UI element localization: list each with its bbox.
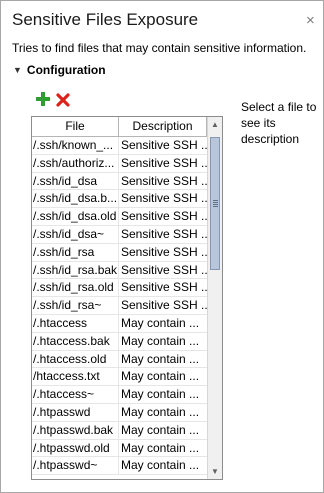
description-cell: May contain ... [121,351,200,366]
file-cell: /.ssh/id_rsa.old [32,279,119,297]
description-cell: May contain ... [121,422,200,437]
file-cell: /.htaccess.bak [32,332,119,350]
description-cell: Sensitive SSH ... [121,280,207,295]
file-cell: /.ssh/id_rsa~ [32,297,119,315]
section-label: Configuration [26,63,106,77]
table-row[interactable]: /.htpasswd May contain ... [32,403,207,422]
files-table[interactable]: File Description /.ssh/known_... Sensitiv… [31,116,223,480]
file-cell: /.ssh/authoriz... [32,154,119,172]
table-row[interactable]: /.ssh/id_dsa~ Sensitive SSH ... [32,225,207,244]
description-cell: Sensitive SSH ... [121,244,207,259]
description-cell: May contain ... [121,333,200,348]
scrollbar-thumb[interactable] [210,137,220,270]
description-cell: Sensitive SSH ... [121,191,207,206]
table-body: /.ssh/known_... Sensitive SSH .../.ssh/au… [32,137,207,476]
description-hint: Select a file to see its description [241,100,317,146]
table-row[interactable]: /.htpasswd~ May contain ... [32,457,207,476]
description-cell: Sensitive SSH ... [121,262,207,277]
table-row[interactable]: /.htaccess~ May contain ... [32,386,207,404]
column-header-description[interactable]: Description [119,117,207,136]
file-cell: /.ssh/known_... [32,137,119,154]
file-cell: /.htaccess.old [32,350,119,368]
collapse-triangle-icon: ▼ [13,65,22,75]
file-cell: /.ssh/id_dsa.old [32,208,119,226]
column-header-file[interactable]: File [32,117,119,136]
file-cell: /.ssh/id_rsa [32,243,119,261]
table-row[interactable]: /.htpasswd.bak May contain ... [32,421,207,440]
description-cell: Sensitive SSH ... [121,173,207,188]
table-row[interactable]: /.ssh/id_dsa.b... Sensitive SSH ... [32,190,207,209]
scroll-down-arrow-icon[interactable]: ▼ [208,464,222,479]
description-cell: May contain ... [121,440,200,455]
plus-icon[interactable] [35,91,51,107]
table-row[interactable]: /.ssh/id_dsa.old Sensitive SSH ... [32,208,207,226]
file-cell: /htaccess.txt [32,368,119,386]
table-row[interactable]: /.ssh/known_... Sensitive SSH ... [32,137,207,155]
description-cell: Sensitive SSH ... [121,298,207,313]
description-cell: May contain ... [121,315,200,330]
description-cell: Sensitive SSH ... [121,209,207,224]
description-cell: May contain ... [121,369,200,384]
description-cell: May contain ... [121,387,200,402]
file-cell: /.ssh/id_dsa~ [32,225,119,243]
vertical-scrollbar[interactable]: ▲ ▼ [207,117,222,479]
configuration-section-toggle[interactable]: ▼ Configuration [13,63,106,77]
scroll-up-arrow-icon[interactable]: ▲ [208,117,222,132]
table-row[interactable]: /.ssh/id_rsa Sensitive SSH ... [32,243,207,262]
table-row[interactable]: /.htaccess May contain ... [32,314,207,333]
file-cell: /.htpasswd [32,403,119,421]
file-cell: /.htpasswd~ [32,457,119,475]
description-cell: May contain ... [121,458,200,473]
panel-title: Sensitive Files Exposure [12,10,199,29]
file-cell: /.htaccess [32,314,119,332]
description-cell: Sensitive SSH ... [121,226,207,241]
table-row[interactable]: /htaccess.txt May contain ... [32,368,207,387]
file-cell: /.htpasswd.bak [32,421,119,439]
table-row[interactable]: /.ssh/id_rsa~ Sensitive SSH ... [32,297,207,315]
file-cell: /.ssh/id_rsa.bak [33,261,119,279]
description-cell: Sensitive SSH ... [121,155,207,170]
table-row[interactable]: /.ssh/id_rsa.bak Sensitive SSH ... [32,261,207,280]
description-cell: May contain ... [121,404,200,419]
table-row[interactable]: /.ssh/authoriz... Sensitive SSH ... [32,154,207,173]
table-row[interactable]: /.htaccess.bak May contain ... [32,332,207,351]
close-icon[interactable]: × [306,12,315,29]
file-cell: /.ssh/id_dsa [32,172,119,190]
file-cell: /.htpasswd.old [32,439,119,457]
file-cell: /.ssh/id_dsa.b... [33,190,119,208]
panel-description: Tries to find files that may contain sen… [12,41,307,55]
table-row[interactable]: /.ssh/id_rsa.old Sensitive SSH ... [32,279,207,298]
table-row[interactable]: /.ssh/id_dsa Sensitive SSH ... [32,172,207,191]
table-row[interactable]: /.htpasswd.old May contain ... [32,439,207,458]
description-cell: Sensitive SSH ... [121,138,207,152]
file-cell: /.htaccess~ [32,386,119,404]
sensitive-files-panel: Sensitive Files Exposure × Tries to find… [0,0,324,493]
table-row[interactable]: /.htaccess.old May contain ... [32,350,207,369]
table-header: File Description [32,117,207,137]
x-icon[interactable] [56,93,70,107]
